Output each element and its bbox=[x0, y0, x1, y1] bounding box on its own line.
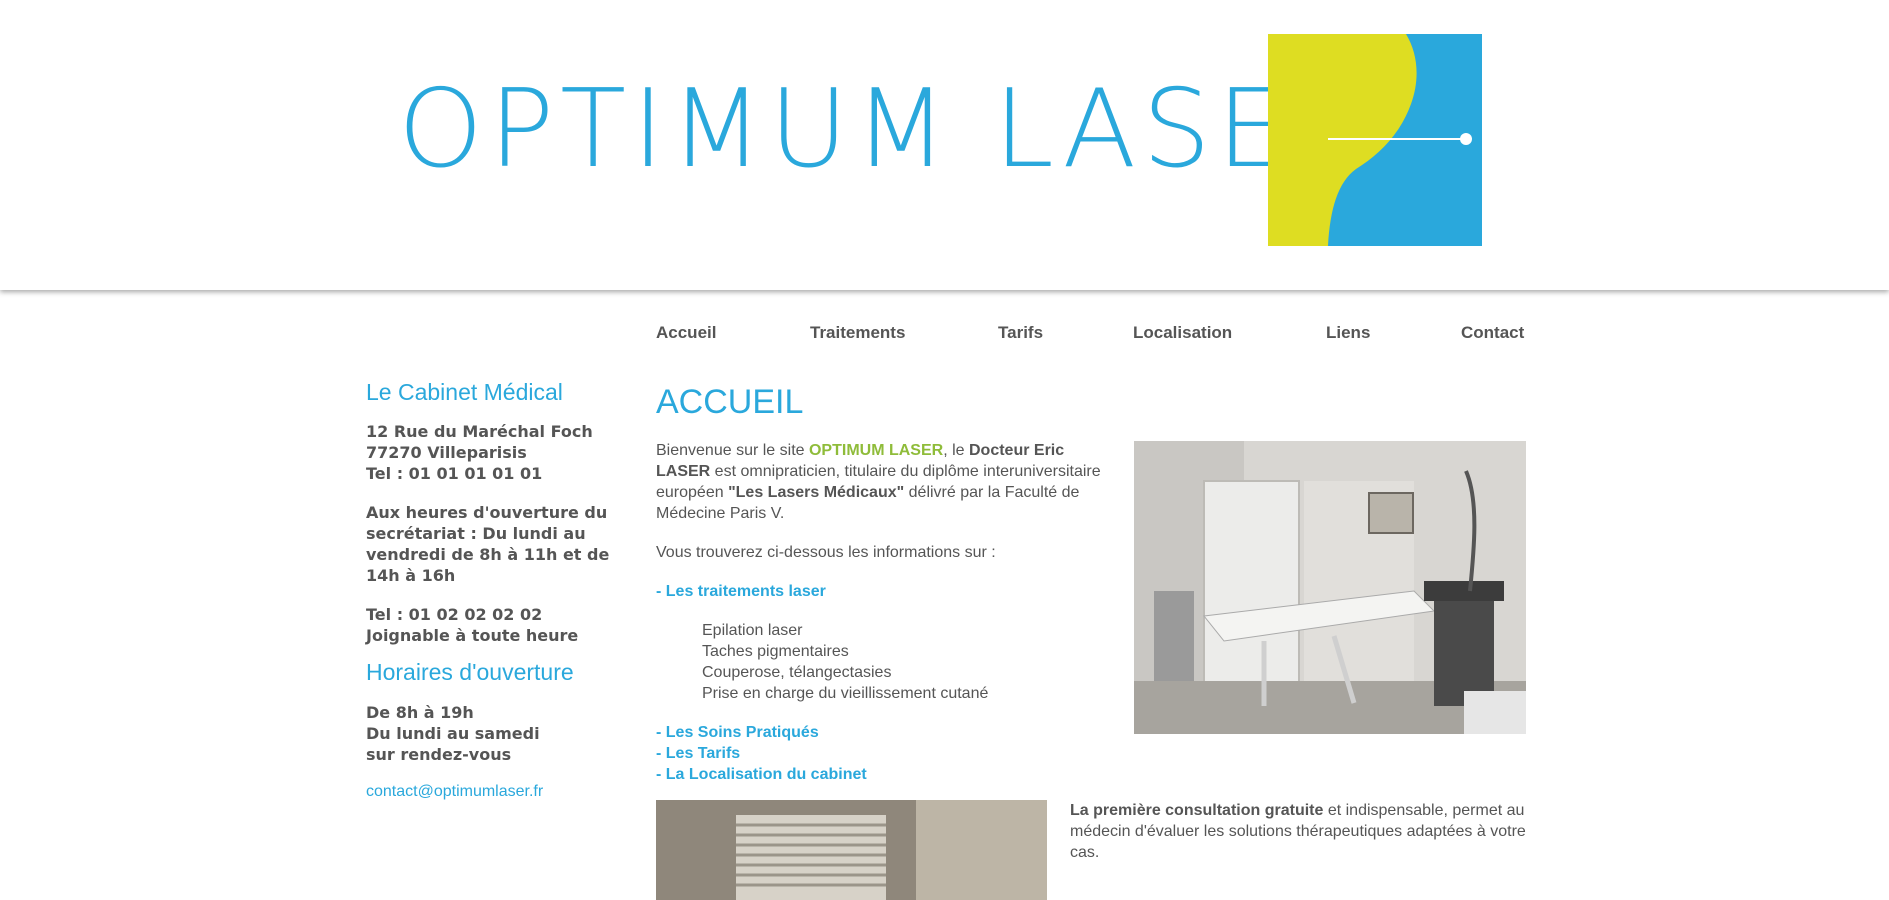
intro-part-a: Bienvenue sur le site bbox=[656, 442, 809, 459]
list-item: Couperose, télangectasies bbox=[702, 664, 892, 681]
list-item: Taches pigmentaires bbox=[702, 643, 849, 660]
treatments-list: Epilation laser Taches pigmentaires Coup… bbox=[702, 620, 1106, 704]
nav-localisation[interactable]: Localisation bbox=[1133, 323, 1232, 343]
link-soins[interactable]: - Les Soins Pratiqués bbox=[656, 722, 1106, 743]
intro-brand: OPTIMUM LASER bbox=[808, 442, 944, 459]
nav-accueil[interactable]: Accueil bbox=[656, 323, 716, 343]
secretariat-hours: Aux heures d'ouverture du secrétariat : … bbox=[366, 503, 610, 586]
phone-secondary: Tel : 01 02 02 02 02 bbox=[366, 605, 543, 625]
page-title: ACCUEIL bbox=[656, 383, 804, 421]
logo-wordmark[interactable]: OPTIMUM LASER bbox=[398, 76, 1372, 184]
link-localisation[interactable]: - La Localisation du cabinet bbox=[656, 764, 1106, 785]
nav-traitements[interactable]: Traitements bbox=[810, 323, 905, 343]
intro-part-b: , le bbox=[943, 442, 969, 459]
office-photo bbox=[656, 800, 1047, 900]
hours-title: Horaires d'ouverture bbox=[366, 659, 574, 686]
intro-text: Bienvenue sur le site OPTIMUM LASER, le … bbox=[656, 440, 1106, 785]
hours-days: Du lundi au samedi bbox=[366, 723, 540, 743]
nav-liens[interactable]: Liens bbox=[1326, 323, 1370, 343]
nav-tarifs[interactable]: Tarifs bbox=[998, 323, 1043, 343]
link-tarifs[interactable]: - Les Tarifs bbox=[656, 743, 1106, 764]
sidebar: Le Cabinet Médical 12 Rue du Maréchal Fo… bbox=[366, 379, 616, 801]
site-header: OPTIMUM LASER bbox=[0, 0, 1889, 290]
phone-block: Tel : 01 02 02 02 02 Joignable à toute h… bbox=[366, 604, 616, 646]
info-line: Vous trouverez ci-dessous les informatio… bbox=[656, 544, 996, 561]
phone-secondary-note: Joignable à toute heure bbox=[366, 626, 579, 646]
nav-contact[interactable]: Contact bbox=[1461, 323, 1524, 343]
hours-time: De 8h à 19h bbox=[366, 702, 474, 722]
consult-highlight: La première consultation gratuite bbox=[1070, 802, 1324, 819]
address-block: 12 Rue du Maréchal Foch 77270 Villeparis… bbox=[366, 421, 616, 484]
cabinet-title: Le Cabinet Médical bbox=[366, 379, 563, 405]
treatment-room-photo bbox=[1134, 441, 1526, 734]
phone-main: Tel : 01 01 01 01 01 bbox=[366, 464, 543, 484]
link-treatments[interactable]: - Les traitements laser bbox=[656, 581, 1106, 602]
intro-paragraph: Bienvenue sur le site OPTIMUM LASER, le … bbox=[656, 440, 1106, 524]
logo-mark-icon[interactable] bbox=[1268, 34, 1482, 246]
contact-email-link[interactable]: contact@optimumlaser.fr bbox=[366, 783, 616, 801]
consultation-text: La première consultation gratuite et ind… bbox=[1070, 800, 1526, 863]
list-item: Epilation laser bbox=[702, 622, 803, 639]
hours-block: De 8h à 19h Du lundi au samedi sur rende… bbox=[366, 702, 616, 765]
main-nav: Accueil Traitements Tarifs Localisation … bbox=[656, 323, 1526, 347]
list-item: Prise en charge du vieillissement cutané bbox=[702, 685, 989, 702]
intro-diploma: "Les Lasers Médicaux" bbox=[728, 484, 905, 501]
address-city: 77270 Villeparisis bbox=[366, 443, 527, 463]
address-street: 12 Rue du Maréchal Foch bbox=[366, 422, 593, 442]
hours-appointment: sur rendez-vous bbox=[366, 744, 512, 764]
